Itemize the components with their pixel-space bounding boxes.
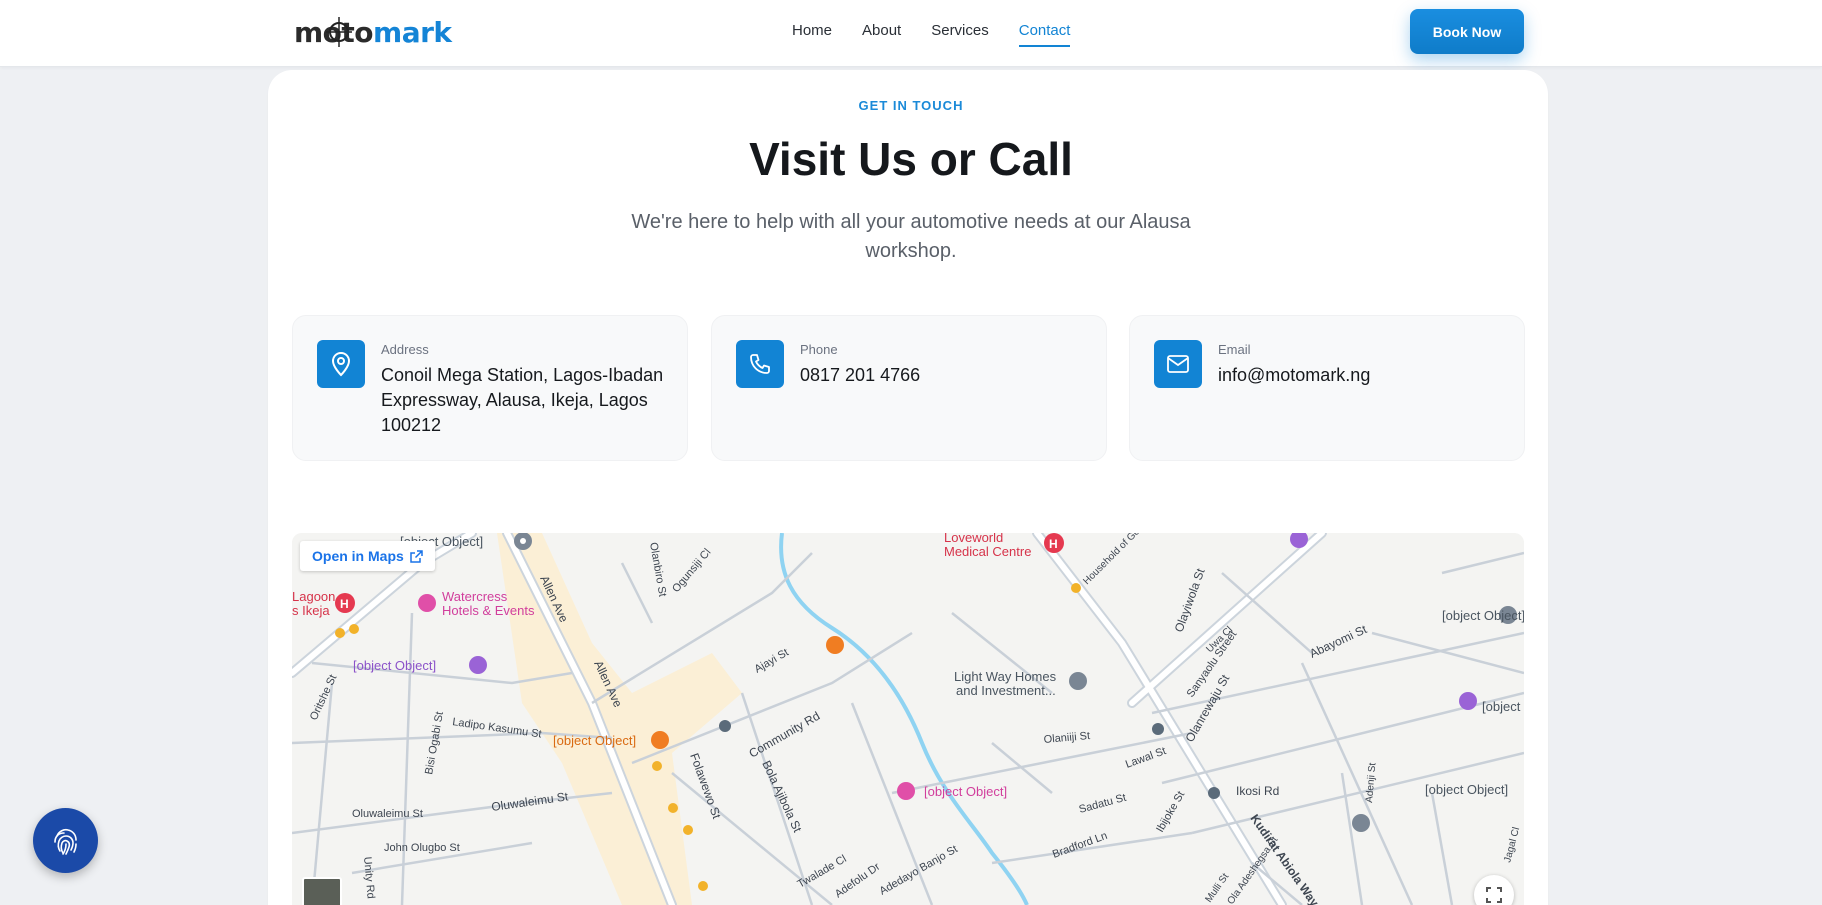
fullscreen-icon	[1486, 887, 1502, 903]
place-label: [object Object]	[1482, 699, 1524, 714]
motomark-logo[interactable]: moto mark	[292, 12, 458, 52]
logo-text-moto: moto	[294, 15, 374, 49]
open-in-maps-label: Open in Maps	[312, 548, 404, 564]
svg-text:H: H	[1049, 537, 1058, 551]
phone-label: Phone	[800, 342, 838, 357]
place-label: [object Object]	[1442, 608, 1524, 623]
phone-link[interactable]: 0817 201 4766	[800, 363, 1090, 388]
email-label: Email	[1218, 342, 1251, 357]
email-card: Email info@motomark.ng	[1129, 315, 1525, 461]
place-label: [object Object]	[1425, 782, 1508, 797]
location-pin-icon	[317, 340, 365, 388]
book-now-button[interactable]: Book Now	[1410, 9, 1524, 54]
page-title: Visit Us or Call	[749, 133, 1073, 185]
phone-card: Phone 0817 201 4766	[711, 315, 1107, 461]
fingerprint-button[interactable]	[33, 808, 98, 873]
nav-contact[interactable]: Contact	[1018, 22, 1071, 47]
map-canvas[interactable]: Allen Ave Allen Ave Olanbiro St Ogunsiji…	[292, 533, 1524, 905]
open-in-maps-button[interactable]: Open in Maps	[300, 541, 435, 571]
email-link[interactable]: info@motomark.ng	[1218, 363, 1508, 388]
place-label: Lagoon s Ikeja	[292, 589, 335, 618]
logo-text-mark: mark	[373, 15, 452, 49]
fingerprint-icon	[53, 828, 77, 855]
place-label: Light Way Homes and Investment...	[954, 669, 1057, 698]
nav-about[interactable]: About	[862, 22, 901, 47]
section-eyebrow: GET IN TOUCH	[858, 98, 964, 113]
phone-icon	[736, 340, 784, 388]
location-map[interactable]: Allen Ave Allen Ave Olanbiro St Ogunsiji…	[292, 533, 1524, 905]
street-label: Oluwaleimu St	[352, 808, 423, 820]
address-card: Address Conoil Mega Station, Lagos-Ibada…	[292, 315, 688, 461]
nav-services[interactable]: Services	[931, 22, 989, 47]
address-value: Conoil Mega Station, Lagos-Ibadan Expres…	[381, 365, 664, 435]
main-nav: Home About Services Contact	[792, 22, 1071, 47]
map-type-thumbnail[interactable]	[302, 877, 342, 905]
external-link-icon	[410, 549, 423, 563]
place-label: [object Object]	[553, 733, 636, 748]
street-label: Ikosi Rd	[1236, 784, 1279, 798]
site-header: moto mark Home About Services Contact Boo…	[0, 0, 1822, 67]
mail-icon	[1154, 340, 1202, 388]
page-subtitle: We're here to help with all your automot…	[631, 211, 1191, 262]
nav-home[interactable]: Home	[792, 22, 832, 47]
place-label: [object Object]	[924, 784, 1007, 799]
street-label: John Olugbo St	[384, 842, 460, 854]
address-label: Address	[381, 342, 429, 357]
place-label: [object Object]	[353, 658, 436, 673]
svg-text:H: H	[340, 597, 349, 611]
